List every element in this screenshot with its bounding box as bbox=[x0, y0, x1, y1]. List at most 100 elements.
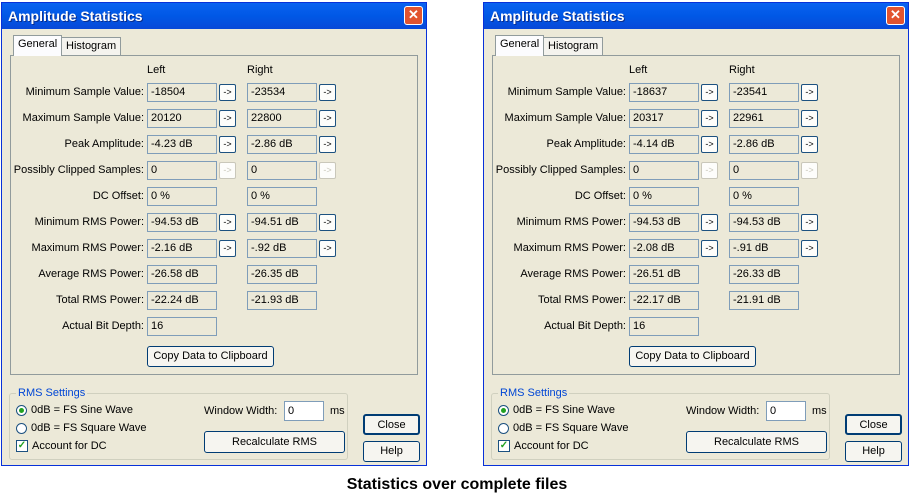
option-sine-label: 0dB = FS Sine Wave bbox=[513, 404, 616, 416]
stat-label: Total RMS Power: bbox=[537, 294, 626, 306]
stat-left-value: 20317 bbox=[629, 109, 699, 128]
stat-left-value: -18504 bbox=[147, 83, 217, 102]
option-square-label: 0dB = FS Square Wave bbox=[31, 422, 147, 434]
window-width-unit: ms bbox=[812, 405, 827, 417]
stat-label: DC Offset: bbox=[574, 190, 626, 202]
stat-left-value: 0 bbox=[147, 161, 217, 180]
account-dc-checkbox[interactable]: ✓ Account for DC bbox=[498, 440, 589, 452]
goto-right-arrow-button[interactable]: -> bbox=[319, 136, 336, 153]
column-header-left: Left bbox=[629, 64, 648, 76]
stat-right-value: -.91 dB bbox=[729, 239, 799, 258]
close-button[interactable]: Close bbox=[845, 414, 902, 435]
stat-right-value: -21.93 dB bbox=[247, 291, 317, 310]
stat-left-value: 0 % bbox=[629, 187, 699, 206]
stat-right-value: -21.91 dB bbox=[729, 291, 799, 310]
stat-left-value: -94.53 dB bbox=[629, 213, 699, 232]
radio-selected-icon[interactable] bbox=[498, 404, 509, 416]
option-sine-label: 0dB = FS Sine Wave bbox=[31, 404, 134, 416]
goto-left-arrow-button[interactable]: -> bbox=[219, 84, 236, 101]
option-square-label: 0dB = FS Square Wave bbox=[513, 422, 629, 434]
stat-label: Minimum Sample Value: bbox=[25, 86, 144, 98]
tab-histogram[interactable]: Histogram bbox=[543, 37, 604, 55]
account-dc-checkbox[interactable]: ✓ Account for DC bbox=[16, 440, 107, 452]
goto-left-arrow-button[interactable]: -> bbox=[219, 136, 236, 153]
goto-left-arrow-button[interactable]: -> bbox=[701, 84, 718, 101]
stat-right-value: -26.33 dB bbox=[729, 265, 799, 284]
help-button[interactable]: Help bbox=[363, 441, 420, 462]
goto-right-arrow-button[interactable]: -> bbox=[801, 110, 818, 127]
amplitude-statistics-dialog-right: Amplitude Statistics ✕ General Histogram… bbox=[483, 2, 909, 466]
tab-histogram[interactable]: Histogram bbox=[61, 37, 122, 55]
title-bar: Amplitude Statistics ✕ bbox=[484, 3, 908, 29]
window-width-unit: ms bbox=[330, 405, 345, 417]
stat-right-value: -2.86 dB bbox=[247, 135, 317, 154]
stat-right-value: -23534 bbox=[247, 83, 317, 102]
stat-right-value: 22961 bbox=[729, 109, 799, 128]
close-icon[interactable]: ✕ bbox=[404, 6, 423, 25]
help-button[interactable]: Help bbox=[845, 441, 902, 462]
stat-left-value: 16 bbox=[629, 317, 699, 336]
stat-left-value: -4.23 dB bbox=[147, 135, 217, 154]
goto-right-arrow-button[interactable]: -> bbox=[319, 84, 336, 101]
goto-left-arrow-button[interactable]: -> bbox=[219, 110, 236, 127]
checkmark-icon[interactable]: ✓ bbox=[498, 440, 510, 452]
checkmark-icon[interactable]: ✓ bbox=[16, 440, 28, 452]
stat-left-value: -2.08 dB bbox=[629, 239, 699, 258]
goto-left-arrow-button[interactable]: -> bbox=[219, 240, 236, 257]
stat-label: Peak Amplitude: bbox=[546, 138, 627, 150]
stat-right-value: -26.35 dB bbox=[247, 265, 317, 284]
close-icon[interactable]: ✕ bbox=[886, 6, 905, 25]
recalculate-rms-button[interactable]: Recalculate RMS bbox=[686, 431, 827, 453]
stat-left-value: -26.51 dB bbox=[629, 265, 699, 284]
copy-data-button[interactable]: Copy Data to Clipboard bbox=[629, 346, 756, 367]
stat-label: Maximum Sample Value: bbox=[22, 112, 144, 124]
stat-right-value: -94.51 dB bbox=[247, 213, 317, 232]
radio-unselected-icon[interactable] bbox=[16, 422, 27, 434]
recalculate-rms-button[interactable]: Recalculate RMS bbox=[204, 431, 345, 453]
stat-label: Total RMS Power: bbox=[55, 294, 144, 306]
goto-left-arrow-button[interactable]: -> bbox=[219, 214, 236, 231]
window-width-input[interactable]: 0 bbox=[766, 401, 806, 421]
stat-left-value: -94.53 dB bbox=[147, 213, 217, 232]
tab-general[interactable]: General bbox=[495, 35, 545, 56]
goto-right-arrow-button[interactable]: -> bbox=[801, 136, 818, 153]
option-square-wave[interactable]: 0dB = FS Square Wave bbox=[498, 422, 628, 434]
goto-left-arrow-button[interactable]: -> bbox=[701, 214, 718, 231]
radio-selected-icon[interactable] bbox=[16, 404, 27, 416]
rms-settings-title: RMS Settings bbox=[498, 387, 570, 399]
stat-label: Actual Bit Depth: bbox=[544, 320, 626, 332]
goto-right-arrow-button[interactable]: -> bbox=[801, 84, 818, 101]
stat-right-value: 22800 bbox=[247, 109, 317, 128]
stat-left-value: -4.14 dB bbox=[629, 135, 699, 154]
stat-right-value: 0 bbox=[247, 161, 317, 180]
figure-caption: Statistics over complete files bbox=[346, 476, 568, 493]
account-dc-label: Account for DC bbox=[32, 440, 107, 452]
goto-left-arrow-button: -> bbox=[701, 162, 718, 179]
option-square-wave[interactable]: 0dB = FS Square Wave bbox=[16, 422, 146, 434]
stat-label: Minimum RMS Power: bbox=[516, 216, 626, 228]
goto-left-arrow-button[interactable]: -> bbox=[701, 136, 718, 153]
goto-right-arrow-button[interactable]: -> bbox=[801, 214, 818, 231]
goto-right-arrow-button[interactable]: -> bbox=[319, 240, 336, 257]
option-sine-wave[interactable]: 0dB = FS Sine Wave bbox=[498, 404, 615, 416]
radio-unselected-icon[interactable] bbox=[498, 422, 509, 434]
stat-left-value: 0 bbox=[629, 161, 699, 180]
option-sine-wave[interactable]: 0dB = FS Sine Wave bbox=[16, 404, 133, 416]
window-width-input[interactable]: 0 bbox=[284, 401, 324, 421]
stat-label: Minimum Sample Value: bbox=[507, 86, 626, 98]
amplitude-statistics-dialog-left: Amplitude Statistics ✕ General Histogram… bbox=[1, 2, 427, 466]
goto-right-arrow-button[interactable]: -> bbox=[319, 110, 336, 127]
stat-label: Maximum RMS Power: bbox=[31, 242, 144, 254]
goto-right-arrow-button[interactable]: -> bbox=[319, 214, 336, 231]
goto-left-arrow-button[interactable]: -> bbox=[701, 110, 718, 127]
goto-left-arrow-button[interactable]: -> bbox=[701, 240, 718, 257]
close-button[interactable]: Close bbox=[363, 414, 420, 435]
goto-right-arrow-button: -> bbox=[319, 162, 336, 179]
column-header-left: Left bbox=[147, 64, 166, 76]
copy-data-button[interactable]: Copy Data to Clipboard bbox=[147, 346, 274, 367]
window-width-label: Window Width: bbox=[686, 405, 760, 417]
goto-right-arrow-button[interactable]: -> bbox=[801, 240, 818, 257]
column-header-right: Right bbox=[247, 64, 273, 76]
tab-general[interactable]: General bbox=[13, 35, 63, 56]
stat-left-value: -26.58 dB bbox=[147, 265, 217, 284]
